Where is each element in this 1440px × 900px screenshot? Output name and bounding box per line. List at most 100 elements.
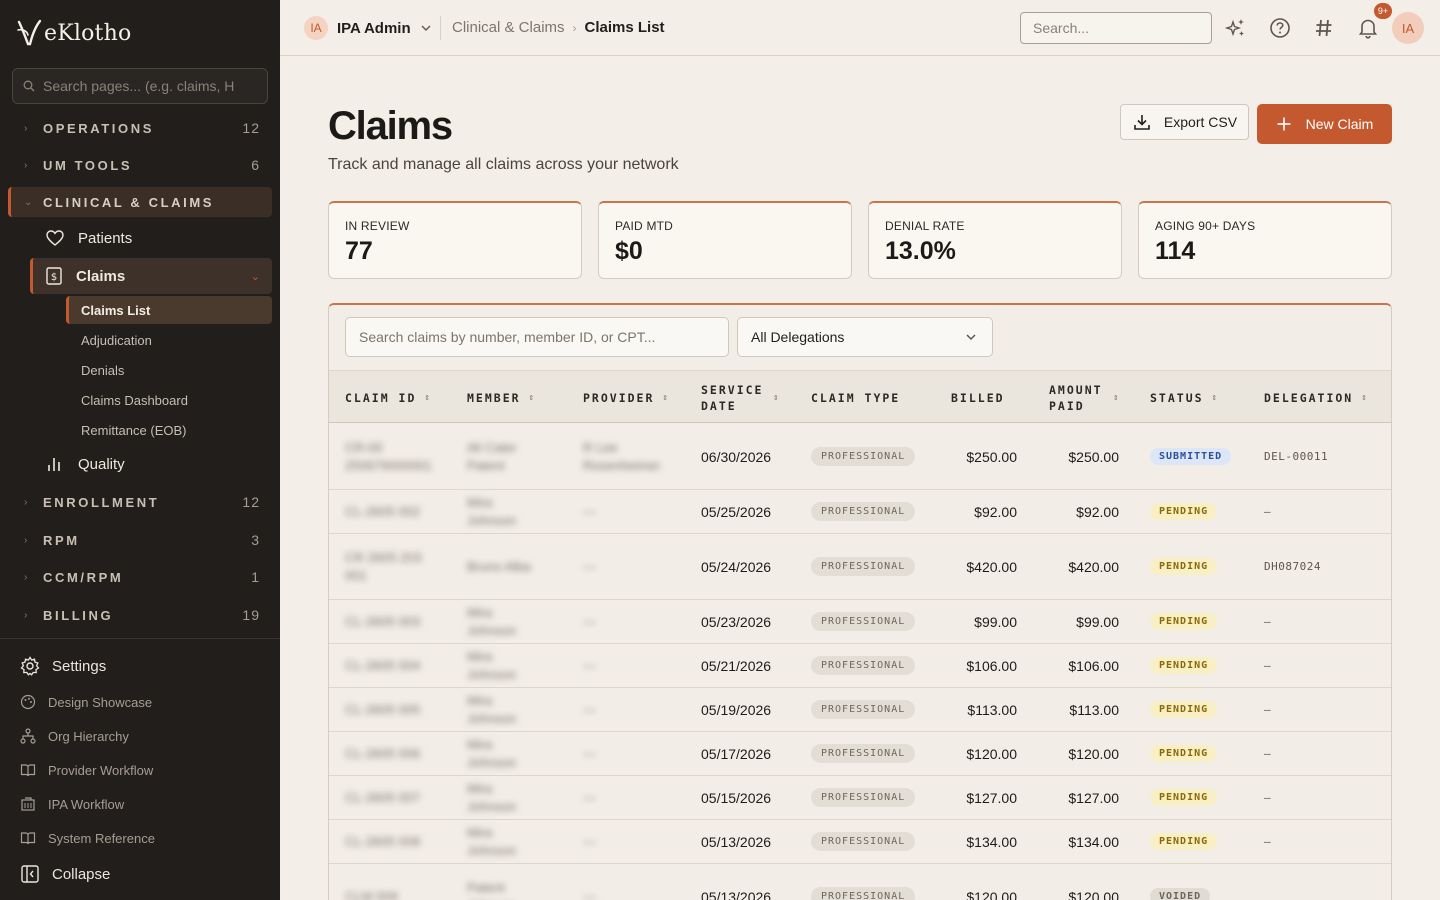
sidebar-sub-claims-dashboard[interactable]: Claims Dashboard	[66, 386, 272, 414]
notifications-button[interactable]	[1356, 16, 1380, 40]
cell-member-value: Ali Cater Patent	[467, 439, 517, 473]
table-row[interactable]: CL-2605 003 Mira Johnson — 05/23/2026 PROFES…	[329, 600, 1391, 644]
sidebar-sub-remittance[interactable]: Remittance (EOB)	[66, 416, 272, 444]
nav-group-label: OPERATIONS	[43, 120, 154, 136]
nav-group-operations[interactable]: › OPERATIONS 12	[8, 113, 272, 143]
new-claim-button[interactable]: New Claim	[1257, 104, 1392, 144]
export-csv-button[interactable]: Export CSV	[1120, 104, 1249, 140]
help-button[interactable]	[1268, 16, 1292, 40]
column-header-member[interactable]: MEMBER ⇕	[467, 371, 536, 424]
brand-logo[interactable]: eKlotho	[16, 16, 131, 50]
table-row[interactable]: CR 2605 203 001 Bruno Alba — 05/24/2026 PROF…	[329, 534, 1391, 600]
sidebar-ipa-workflow[interactable]: IPA Workflow	[20, 792, 124, 816]
claims-search-input[interactable]	[345, 317, 729, 357]
page-subtitle: Track and manage all claims across your …	[328, 156, 679, 173]
sidebar-item-claims[interactable]: $ Claims ⌄	[30, 258, 272, 294]
delegation-filter-select[interactable]: All Delegations	[737, 317, 993, 357]
sort-icon: ⇕	[528, 392, 536, 403]
cell-status: PENDING	[1150, 490, 1260, 533]
cell-billed-value: $250.00	[966, 448, 1017, 465]
sidebar-org-hierarchy[interactable]: Org Hierarchy	[20, 724, 129, 748]
cell-status-value: PENDING	[1150, 789, 1218, 806]
cell-amount-paid-value: $99.00	[1076, 613, 1119, 630]
column-header-claim-id[interactable]: CLAIM ID ⇕	[345, 371, 432, 424]
cell-billed: $127.00	[929, 776, 1017, 819]
sidebar-provider-workflow[interactable]: Provider Workflow	[20, 758, 153, 782]
cell-provider-value: R Lee Rosenheimer	[583, 439, 661, 473]
nav-group-enrollment[interactable]: › ENROLLMENT 12	[8, 487, 272, 517]
column-header-claim-type[interactable]: CLAIM TYPE	[811, 371, 900, 424]
breadcrumb-parent[interactable]: Clinical & Claims	[452, 19, 565, 36]
user-avatar[interactable]: IA	[1392, 12, 1424, 44]
global-search-input[interactable]	[1020, 12, 1212, 44]
delegation-filter-value: All Delegations	[751, 329, 845, 345]
column-header-label: PROVIDER	[583, 390, 655, 405]
table-row[interactable]: CL-2605 006 Mira Johnson — 05/17/2026 PROFES…	[329, 732, 1391, 776]
table-row[interactable]: CLM 009 Patent Johnson — 05/13/2026 PROFESSI…	[329, 864, 1391, 900]
sidebar-search[interactable]	[12, 68, 268, 104]
cell-claim-type-value: PROFESSIONAL	[811, 502, 916, 521]
sidebar-search-input[interactable]	[43, 78, 253, 94]
cell-member: Mira Johnson	[467, 644, 567, 687]
cell-service-date-value: 05/24/2026	[701, 558, 772, 575]
sidebar-item-patients[interactable]: Patients	[30, 220, 272, 256]
cell-delegation-value: —	[1264, 791, 1272, 804]
nav-group-ccm-rpm[interactable]: › CCM/RPM 1	[8, 562, 272, 592]
sidebar-system-reference[interactable]: System Reference	[20, 826, 155, 850]
sparkles-button[interactable]	[1224, 16, 1248, 40]
table-row[interactable]: CL-2605 007 Mira Johnson — 05/15/2026 PROFES…	[329, 776, 1391, 820]
nav-group-count: 19	[242, 607, 260, 623]
cell-billed-value: $99.00	[974, 613, 1017, 630]
column-header-provider[interactable]: PROVIDER ⇕	[583, 371, 670, 424]
cell-member: Mira Johnson	[467, 490, 567, 533]
cell-claim-id: CR-00 250679000001	[345, 424, 455, 489]
cell-service-date: 05/15/2026	[701, 776, 801, 819]
stat-card-aging: AGING 90+ DAYS 114	[1138, 201, 1392, 279]
hashtag-button[interactable]	[1312, 16, 1336, 40]
cell-status: VOIDED	[1150, 864, 1260, 900]
nav-group-um-tools[interactable]: › UM TOOLS 6	[8, 150, 272, 180]
nav-group-billing[interactable]: › BILLING 19	[8, 600, 272, 630]
sidebar-sub-adjudication[interactable]: Adjudication	[66, 326, 272, 354]
hierarchy-icon	[20, 728, 36, 744]
sidebar-design-showcase[interactable]: Design Showcase	[20, 690, 152, 714]
sidebar-sub-denials[interactable]: Denials	[66, 356, 272, 384]
column-header-amount-paid[interactable]: AMOUNT PAID ⇕	[1049, 371, 1149, 424]
stat-value: 13.0%	[885, 237, 956, 265]
table-row[interactable]: CL-2605 004 Mira Johnson — 05/21/2026 PROFES…	[329, 644, 1391, 688]
sidebar-settings[interactable]: Settings	[20, 654, 106, 678]
cell-service-date-value: 05/25/2026	[701, 503, 772, 520]
org-name: IPA Admin	[337, 19, 411, 37]
cell-amount-paid: $120.00	[1029, 732, 1119, 775]
org-switcher[interactable]: IA IPA Admin	[304, 16, 432, 40]
column-header-service-date[interactable]: SERVICE DATE ⇕	[701, 371, 791, 424]
cell-delegation: —	[1264, 688, 1384, 731]
column-header-delegation[interactable]: DELEGATION ⇕	[1264, 371, 1369, 424]
column-header-label: CLAIM TYPE	[811, 390, 901, 405]
table-row[interactable]: CL-2605 002 Mira Johnson — 05/25/2026 PROFES…	[329, 490, 1391, 534]
cell-claim-id-value: CL-2605 002	[345, 503, 421, 519]
sort-icon: ⇕	[424, 392, 432, 403]
cell-delegation-value: —	[1264, 659, 1272, 672]
cell-delegation: DEL-00011	[1264, 424, 1384, 489]
table-header: CLAIM ID ⇕ MEMBER ⇕ PROVIDER ⇕ SERVICE DATE…	[329, 370, 1391, 424]
nav-group-count: 6	[251, 157, 260, 173]
sidebar-item-quality[interactable]: Quality	[30, 446, 272, 482]
export-csv-label: Export CSV	[1163, 114, 1238, 130]
cell-status-value: PENDING	[1150, 503, 1218, 520]
nav-group-rpm[interactable]: › RPM 3	[8, 525, 272, 555]
nav-group-clinical-claims[interactable]: ⌄ CLINICAL & CLAIMS	[8, 187, 272, 217]
column-header-billed[interactable]: BILLED	[951, 371, 1005, 424]
cell-amount-paid-value: $127.00	[1068, 789, 1119, 806]
column-header-status[interactable]: STATUS ⇕	[1150, 371, 1219, 424]
sidebar-collapse-button[interactable]: Collapse	[20, 862, 110, 886]
cell-amount-paid-value: $120.00	[1068, 888, 1119, 900]
table-row[interactable]: CL-2605 005 Mira Johnson — 05/19/2026 PROFES…	[329, 688, 1391, 732]
table-row[interactable]: CR-00 250679000001 Ali Cater Patent R Lee …	[329, 424, 1391, 490]
table-row[interactable]: CL-2605 008 Mira Johnson — 05/13/2026 PROFES…	[329, 820, 1391, 864]
cell-billed: $106.00	[929, 644, 1017, 687]
sidebar-sub-claims-list[interactable]: Claims List	[66, 296, 272, 324]
cell-status-value: SUBMITTED	[1150, 448, 1232, 465]
cell-billed: $113.00	[929, 688, 1017, 731]
cell-status: PENDING	[1150, 600, 1260, 643]
